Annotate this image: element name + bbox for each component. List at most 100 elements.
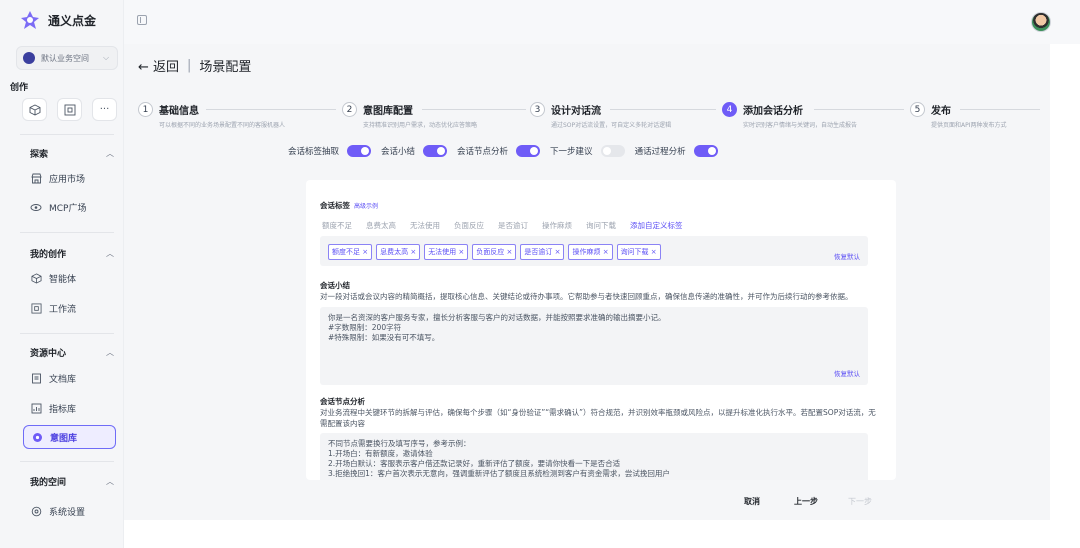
chevron-up-icon: ︿	[106, 149, 114, 158]
tag-chip[interactable]: 询问下载 ×	[616, 244, 661, 260]
divider	[20, 333, 114, 334]
divider	[20, 461, 114, 462]
restore-default-summary[interactable]: 恢复默认	[834, 369, 860, 379]
group-my-space[interactable]: 我的空间 ︿	[30, 475, 114, 488]
node-analysis-input[interactable]: 不同节点需要换行及填写序号，参考示例： 1.开场白：有新额度，邀请体验 2.开场…	[320, 433, 868, 480]
logo-icon	[21, 11, 39, 29]
summary-switch[interactable]	[423, 145, 448, 157]
summary-prompt-input[interactable]: 你是一名资深的客户服务专家，擅长分析客服与客户的对话数据，并能按照要求准确的输出…	[320, 307, 868, 385]
sidebar-item-intent-library[interactable]: 意图库	[23, 425, 116, 449]
sidebar-item-workflow[interactable]: 工作流	[30, 302, 76, 315]
next-suggestion-switch[interactable]	[600, 145, 625, 157]
sidebar: 通义点金 默认业务空间 ⌵ 创作 ··· 探索 ︿ 应用市场 MCP广场 我的创…	[0, 0, 124, 548]
tag-chip[interactable]: 操作麻烦 ×	[568, 244, 613, 260]
sidebar-item-doc-library[interactable]: 文档库	[30, 372, 76, 385]
next-step-button[interactable]: 下一步	[840, 491, 880, 511]
tag-chips: 额度不足 × 息费太高 × 无法使用 × 负面反应 × 是否逾订 × 操作麻烦 …	[328, 244, 661, 260]
create-agent-button[interactable]	[22, 98, 47, 121]
toggle-label: 会话小结	[381, 147, 416, 157]
sidebar-item-label: 指标库	[49, 405, 77, 415]
tag-option[interactable]: 额度不足	[320, 218, 354, 233]
tag-chip[interactable]: 额度不足 ×	[328, 244, 373, 260]
chevron-up-icon: ︿	[106, 249, 114, 258]
create-buttons: ···	[22, 98, 117, 121]
prompt-line: #特殊限制：如果没有可不填写。	[328, 333, 440, 342]
toggle-label: 会话节点分析	[457, 147, 509, 157]
prompt-line: 2.开场白默认：客服表示客户借还款记录好，重新评估了额度，要请你快看一下是否合适	[328, 459, 621, 468]
group-my-creation[interactable]: 我的创作 ︿	[30, 247, 114, 260]
bottom-strip	[124, 520, 1080, 548]
tag-chip[interactable]: 息费太高 ×	[376, 244, 421, 260]
step-number: 2	[342, 102, 357, 117]
step-2[interactable]: 2 意图库配置 支持精准识别用户需求，动态优化应答策略	[342, 102, 477, 129]
avatar[interactable]	[1031, 12, 1051, 32]
group-title: 我的空间	[30, 478, 67, 488]
step-3[interactable]: 3 设计对话流 通过SOP对话流设置，可自定义多轮对话逻辑	[530, 102, 671, 129]
app-name: 通义点金	[48, 13, 97, 28]
create-section-title: 创作	[10, 83, 29, 93]
step-5[interactable]: 5 发布 提供页面和API两种发布方式	[910, 102, 1007, 129]
tag-chip[interactable]: 无法使用 ×	[424, 244, 469, 260]
step-1[interactable]: 1 基础信息 可以根据不同的业务场景配置不同的客服机器人	[138, 102, 285, 129]
summary-desc: 对一段对话或会议内容的精简概括，提取核心信息、关键结论或待办事项。它帮助参与者快…	[320, 292, 853, 301]
more-button[interactable]: ···	[92, 98, 117, 121]
workspace-icon	[23, 52, 35, 64]
intent-icon	[31, 431, 43, 443]
node-analysis-title: 会话节点分析	[320, 397, 365, 406]
chevron-down-icon: ⌵	[103, 53, 110, 62]
tag-option[interactable]: 无法使用	[408, 218, 442, 233]
step-connector	[422, 109, 526, 110]
tag-option[interactable]: 询问下载	[584, 218, 618, 233]
previous-step-button[interactable]: 上一步	[786, 491, 826, 511]
tag-option[interactable]: 负面反应	[452, 218, 486, 233]
tag-option[interactable]: 息费太高	[364, 218, 398, 233]
create-workflow-button[interactable]	[57, 98, 82, 121]
sidebar-toggle-icon[interactable]	[137, 15, 147, 25]
group-explore[interactable]: 探索 ︿	[30, 147, 114, 160]
workspace-selector[interactable]: 默认业务空间 ⌵	[16, 46, 118, 70]
sidebar-item-system-settings[interactable]: 系统设置	[30, 505, 85, 518]
tag-chip[interactable]: 是否逾订 ×	[520, 244, 565, 260]
tag-options: 额度不足 息费太高 无法使用 负面反应 是否逾订 操作麻烦 询问下载 添加自定义…	[320, 218, 685, 233]
sidebar-item-label: 意图库	[50, 433, 78, 444]
toggle-tag-extraction: 会话标签抽取	[288, 145, 372, 157]
call-process-switch[interactable]	[693, 145, 718, 157]
advanced-example-link[interactable]: 高级示例	[354, 201, 378, 210]
sidebar-item-label: 系统设置	[49, 508, 86, 518]
add-custom-tag-link[interactable]: 添加自定义标签	[628, 218, 685, 233]
brand[interactable]: 通义点金	[20, 10, 96, 30]
step-desc: 实时识别客户情绪与关键词，自动生成报告	[743, 122, 858, 129]
sidebar-item-metric-library[interactable]: 指标库	[30, 402, 76, 415]
tag-chip[interactable]: 负面反应 ×	[472, 244, 517, 260]
summary-title: 会话小结	[320, 281, 350, 290]
cancel-button[interactable]: 取消	[732, 491, 772, 511]
toggle-next-suggestion: 下一步建议	[550, 145, 625, 157]
chevron-up-icon: ︿	[106, 348, 114, 357]
step-number: 5	[910, 102, 925, 117]
sidebar-item-mcp[interactable]: MCP广场	[30, 201, 86, 214]
sidebar-item-agent[interactable]: 智能体	[30, 272, 76, 285]
sidebar-item-app-market[interactable]: 应用市场	[30, 172, 85, 185]
tag-option[interactable]: 操作麻烦	[540, 218, 574, 233]
prompt-line: 你是一名资深的客户服务专家，擅长分析客服与客户的对话数据，并能按照要求准确的输出…	[328, 313, 666, 322]
back-button[interactable]: ← 返回	[138, 56, 179, 75]
step-desc: 提供页面和API两种发布方式	[931, 122, 1007, 129]
store-icon	[30, 173, 42, 185]
frame-icon	[64, 104, 75, 115]
frame-icon	[30, 303, 42, 315]
selected-tags-box[interactable]: 额度不足 × 息费太高 × 无法使用 × 负面反应 × 是否逾订 × 操作麻烦 …	[320, 236, 868, 266]
sidebar-item-label: 文档库	[49, 375, 77, 385]
tag-extraction-switch[interactable]	[347, 145, 372, 157]
node-analysis-desc: 对业务流程中关键环节的拆解与评估，确保每个步骤（如“身份验证”“需求确认”）符合…	[320, 408, 876, 428]
tag-option[interactable]: 是否逾订	[496, 218, 530, 233]
chevron-up-icon: ︿	[106, 477, 114, 486]
step-4[interactable]: 4 添加会话分析 实时识别客户情绪与关键词，自动生成报告	[722, 102, 857, 129]
step-desc: 支持精准识别用户需求，动态优化应答策略	[363, 122, 478, 129]
cube-icon	[29, 103, 40, 116]
restore-default-tags[interactable]: 恢复默认	[834, 251, 860, 261]
sidebar-item-label: MCP广场	[49, 204, 87, 214]
divider	[20, 134, 114, 135]
gear-icon	[30, 506, 42, 518]
node-analysis-switch[interactable]	[516, 145, 541, 157]
group-resource-center[interactable]: 资源中心 ︿	[30, 346, 114, 359]
